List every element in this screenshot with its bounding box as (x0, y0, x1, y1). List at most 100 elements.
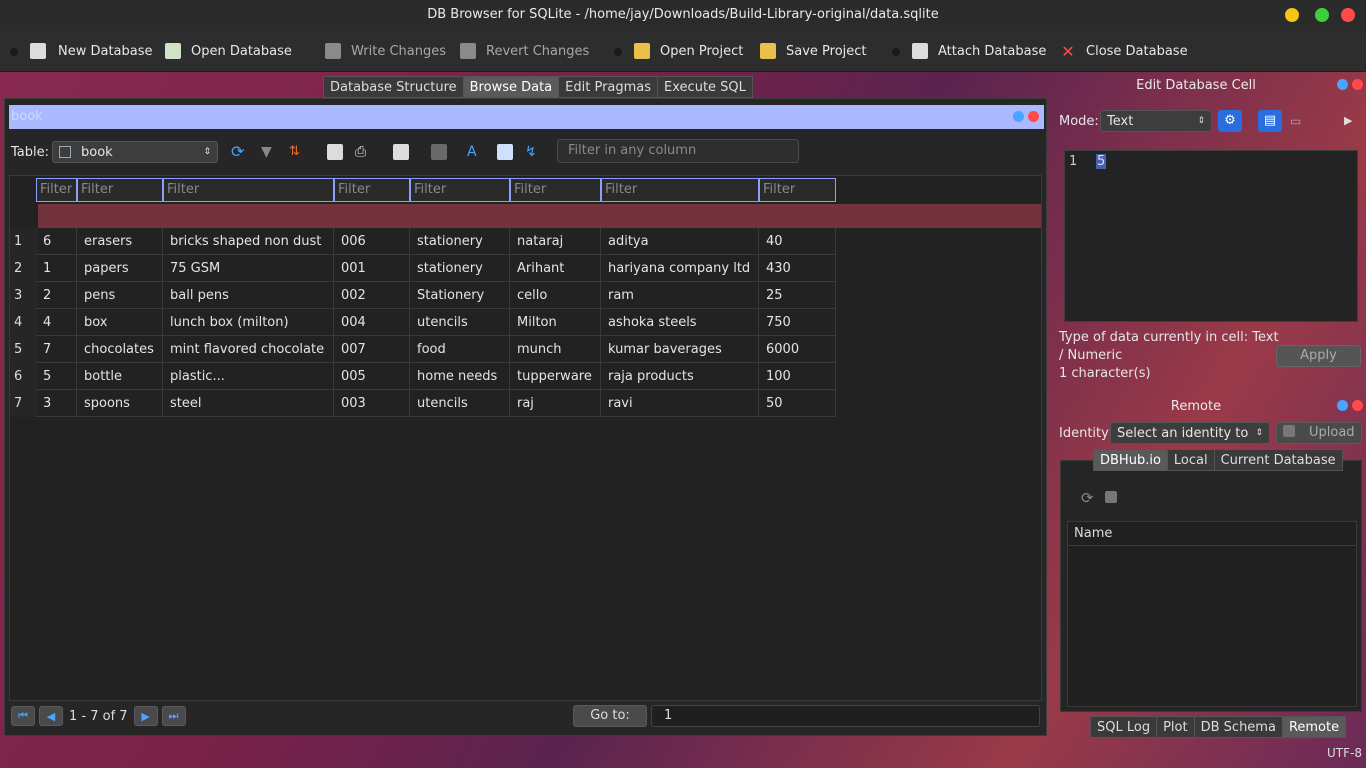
close-window-button[interactable] (1341, 8, 1355, 22)
table-cell[interactable]: nataraj (510, 228, 601, 255)
table-cell[interactable]: 750 (759, 309, 836, 336)
table-cell[interactable]: 40 (759, 228, 836, 255)
tab-execute-sql[interactable]: Execute SQL (657, 76, 753, 98)
table-cell[interactable]: tupperware (510, 363, 601, 390)
goto-input[interactable]: 1 (651, 705, 1040, 727)
table-cell[interactable]: 007 (334, 336, 410, 363)
next-record-icon[interactable]: ▶ (133, 706, 158, 726)
column-filter[interactable]: Filter (77, 178, 163, 202)
tab-edit-pragmas[interactable]: Edit Pragmas (558, 76, 659, 98)
table-cell[interactable]: stationery (410, 228, 510, 255)
tab-sql-log[interactable]: SQL Log (1090, 716, 1158, 738)
table-cell[interactable]: 25 (759, 282, 836, 309)
table-cell[interactable]: spoons (77, 390, 163, 417)
new-database-button[interactable]: New Database (30, 30, 153, 72)
table-cell[interactable]: Arihant (510, 255, 601, 282)
float-dock-button[interactable] (1337, 400, 1348, 411)
table-cell[interactable]: 6 (36, 228, 77, 255)
column-filter[interactable]: Filter (410, 178, 510, 202)
expand-arrow-icon[interactable]: ▶ (1344, 114, 1352, 127)
table-cell[interactable]: 7 (36, 336, 77, 363)
maximize-button[interactable] (1315, 8, 1329, 22)
save-project-button[interactable]: Save Project (760, 30, 867, 72)
table-cell[interactable]: 2 (36, 282, 77, 309)
export-icon[interactable]: ▭ (1290, 114, 1301, 128)
table-cell[interactable]: ravi (601, 390, 759, 417)
close-database-button[interactable]: ✕ Close Database (1060, 30, 1187, 72)
row-number[interactable]: 4 (10, 309, 38, 336)
table-cell[interactable]: aditya (601, 228, 759, 255)
table-cell[interactable]: Stationery (410, 282, 510, 309)
cell-text[interactable]: 5 (1096, 154, 1107, 169)
tab-current-database[interactable]: Current Database (1213, 449, 1343, 471)
revert-changes-button[interactable]: Revert Changes (460, 30, 589, 72)
column-filter[interactable]: Filter (334, 178, 410, 202)
table-cell[interactable]: pens (77, 282, 163, 309)
table-cell[interactable]: raja products (601, 363, 759, 390)
table-select[interactable]: book ⇕ (52, 141, 218, 163)
table-cell[interactable]: raj (510, 390, 601, 417)
insert-record-icon[interactable] (393, 144, 409, 160)
previous-record-icon[interactable]: ◀ (39, 706, 63, 726)
row-number[interactable]: 7 (10, 390, 38, 417)
table-cell[interactable]: stationery (410, 255, 510, 282)
column-filter[interactable]: Filter (36, 178, 77, 202)
table-cell[interactable]: ram (601, 282, 759, 309)
auto-format-icon[interactable]: ⚙ (1218, 110, 1242, 132)
save-table-icon[interactable] (327, 144, 343, 160)
table-cell[interactable]: 430 (759, 255, 836, 282)
table-cell[interactable]: steel (163, 390, 334, 417)
column-filter[interactable]: Filter (510, 178, 601, 202)
table-cell[interactable]: lunch box (milton) (163, 309, 334, 336)
table-cell[interactable]: food (410, 336, 510, 363)
table-cell[interactable]: bottle (77, 363, 163, 390)
table-cell[interactable]: 3 (36, 390, 77, 417)
table-cell[interactable]: 004 (334, 309, 410, 336)
sort-icon[interactable]: ⇅ (289, 144, 305, 160)
delete-record-icon[interactable] (431, 144, 447, 160)
minimize-button[interactable] (1285, 8, 1299, 22)
table-cell[interactable]: ball pens (163, 282, 334, 309)
clone-database-icon[interactable] (1105, 491, 1117, 503)
table-cell[interactable]: ashoka steels (601, 309, 759, 336)
table-cell[interactable]: 001 (334, 255, 410, 282)
table-cell[interactable]: 005 (334, 363, 410, 390)
tab-remote[interactable]: Remote (1281, 716, 1347, 738)
tab-database-structure[interactable]: Database Structure (323, 76, 464, 98)
global-filter-input[interactable]: Filter in any column (557, 139, 799, 163)
table-cell[interactable]: chocolates (77, 336, 163, 363)
identity-select[interactable]: Select an identity to c ⇕ (1110, 422, 1270, 444)
table-cell[interactable]: 100 (759, 363, 836, 390)
refresh-icon[interactable]: ⟳ (1081, 489, 1094, 507)
upload-button[interactable]: Upload (1276, 422, 1362, 444)
null-format-icon[interactable] (497, 144, 513, 160)
tab-dbhub[interactable]: DBHub.io (1093, 449, 1168, 471)
tab-db-schema[interactable]: DB Schema (1193, 716, 1283, 738)
table-cell[interactable]: box (77, 309, 163, 336)
print-icon[interactable]: ⎙ (355, 144, 371, 160)
close-dock-button[interactable] (1028, 111, 1039, 122)
table-cell[interactable]: 6000 (759, 336, 836, 363)
text-format-icon[interactable]: A (467, 144, 483, 160)
table-cell[interactable]: munch (510, 336, 601, 363)
tab-plot[interactable]: Plot (1156, 716, 1195, 738)
table-cell[interactable]: 003 (334, 390, 410, 417)
float-dock-button[interactable] (1337, 79, 1348, 90)
table-cell[interactable]: 002 (334, 282, 410, 309)
goto-button[interactable]: Go to: (573, 705, 647, 727)
column-filter[interactable]: Filter (759, 178, 836, 202)
tab-local[interactable]: Local (1166, 449, 1215, 471)
table-cell[interactable]: utencils (410, 390, 510, 417)
table-cell[interactable]: Milton (510, 309, 601, 336)
table-cell[interactable]: bricks shaped non dust (163, 228, 334, 255)
open-database-button[interactable]: Open Database (165, 30, 292, 72)
table-cell[interactable]: 5 (36, 363, 77, 390)
table-cell[interactable]: 75 GSM (163, 255, 334, 282)
table-cell[interactable]: 50 (759, 390, 836, 417)
column-filter[interactable]: Filter (601, 178, 759, 202)
row-number[interactable]: 5 (10, 336, 38, 363)
table-cell[interactable]: plastic... (163, 363, 334, 390)
clear-filters-icon[interactable]: ▼ (261, 144, 277, 160)
float-dock-button[interactable] (1013, 111, 1024, 122)
row-number[interactable]: 1 (10, 228, 38, 255)
